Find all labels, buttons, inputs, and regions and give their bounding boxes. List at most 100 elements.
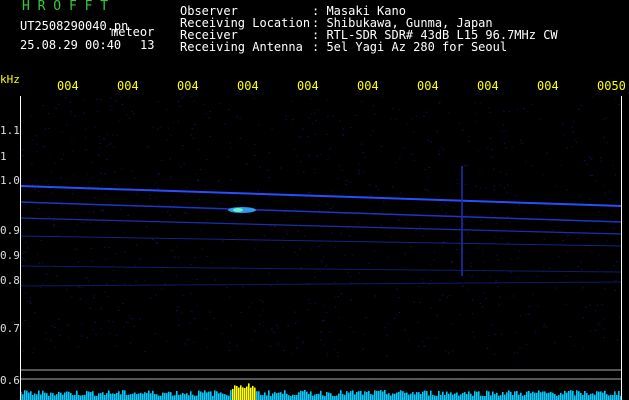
noise-speck — [565, 304, 568, 306]
noise-speck — [542, 174, 544, 176]
meter-bar — [366, 392, 368, 400]
noise-speck — [104, 291, 106, 293]
noise-speck — [515, 195, 518, 197]
noise-speck — [149, 297, 152, 299]
meter-bar — [488, 391, 490, 400]
meter-bar — [510, 391, 512, 400]
noise-speck — [144, 351, 146, 353]
noise-speck — [135, 244, 138, 246]
noise-speck — [74, 231, 76, 233]
noise-speck — [205, 328, 208, 330]
noise-speck — [439, 101, 441, 103]
noise-speck — [92, 176, 94, 178]
noise-speck — [258, 124, 260, 126]
noise-speck — [324, 303, 326, 305]
noise-speck — [205, 113, 207, 115]
noise-speck — [539, 118, 541, 120]
meter-bar — [396, 392, 398, 400]
noise-speck — [411, 154, 413, 156]
meter-bar — [270, 395, 272, 400]
noise-speck — [308, 117, 310, 119]
noise-speck — [600, 160, 602, 162]
noise-speck — [270, 285, 272, 287]
meter-bar — [62, 394, 64, 400]
noise-speck — [37, 184, 39, 186]
noise-speck — [422, 281, 424, 283]
noise-speck — [536, 276, 539, 278]
meter-bar — [226, 395, 228, 400]
noise-speck — [516, 109, 519, 111]
noise-speck — [505, 173, 507, 175]
noise-speck — [285, 115, 287, 117]
noise-speck — [327, 116, 329, 118]
noise-speck — [333, 281, 336, 283]
noise-speck — [30, 114, 33, 116]
noise-speck — [496, 255, 498, 257]
noise-speck — [206, 346, 209, 348]
noise-speck — [419, 301, 421, 303]
noise-speck — [357, 222, 359, 224]
noise-speck — [87, 181, 90, 183]
meter-bar — [206, 392, 208, 400]
noise-speck — [24, 204, 27, 206]
noise-speck — [297, 321, 299, 323]
noise-speck — [299, 161, 302, 163]
noise-speck — [603, 136, 605, 138]
noise-speck — [325, 134, 328, 136]
meter-bar — [214, 390, 216, 400]
noise-speck — [315, 197, 317, 198]
noise-speck — [573, 345, 576, 346]
noise-speck — [130, 317, 132, 319]
noise-speck — [69, 101, 71, 103]
meter-bar — [74, 394, 76, 400]
noise-speck — [232, 234, 235, 236]
meter-bar — [192, 394, 194, 400]
noise-speck — [369, 134, 372, 136]
meter-bar — [334, 395, 336, 400]
noise-speck — [474, 102, 476, 104]
noise-speck — [313, 168, 316, 170]
noise-speck — [443, 241, 446, 243]
meter-bar — [136, 394, 138, 400]
noise-speck — [157, 188, 159, 190]
noise-speck — [97, 154, 100, 156]
noise-speck — [250, 302, 253, 304]
noise-speck — [468, 274, 470, 275]
noise-speck — [358, 172, 360, 174]
meter-bar — [516, 391, 518, 400]
meter-bar — [230, 390, 232, 400]
noise-speck — [534, 329, 537, 331]
meter-bar — [472, 395, 474, 400]
noise-speck — [578, 109, 580, 110]
meter-bar — [272, 393, 274, 400]
noise-speck — [429, 307, 432, 309]
meter-bar — [618, 391, 620, 400]
noise-speck — [597, 229, 600, 231]
noise-speck — [81, 287, 83, 288]
noise-speck — [393, 318, 395, 319]
meter-bar — [502, 392, 504, 400]
noise-speck — [407, 340, 409, 342]
noise-speck — [470, 266, 472, 268]
noise-speck — [106, 159, 108, 161]
noise-speck — [67, 336, 70, 338]
meter-bar — [130, 394, 132, 400]
noise-speck — [493, 168, 495, 170]
noise-speck — [177, 101, 180, 102]
noise-speck — [104, 246, 106, 248]
noise-speck — [553, 342, 556, 344]
noise-speck — [479, 102, 482, 104]
meter-bar — [158, 395, 160, 400]
noise-speck — [489, 138, 492, 140]
noise-speck — [112, 134, 114, 136]
noise-speck — [503, 226, 505, 228]
noise-speck — [606, 142, 609, 144]
carrier-trace-third — [20, 217, 622, 235]
noise-speck — [423, 345, 426, 347]
noise-speck — [421, 235, 424, 237]
meter-bar — [620, 395, 622, 400]
noise-speck — [184, 343, 187, 345]
noise-speck — [349, 181, 351, 183]
meter-bar — [282, 393, 284, 400]
noise-speck — [157, 128, 159, 130]
